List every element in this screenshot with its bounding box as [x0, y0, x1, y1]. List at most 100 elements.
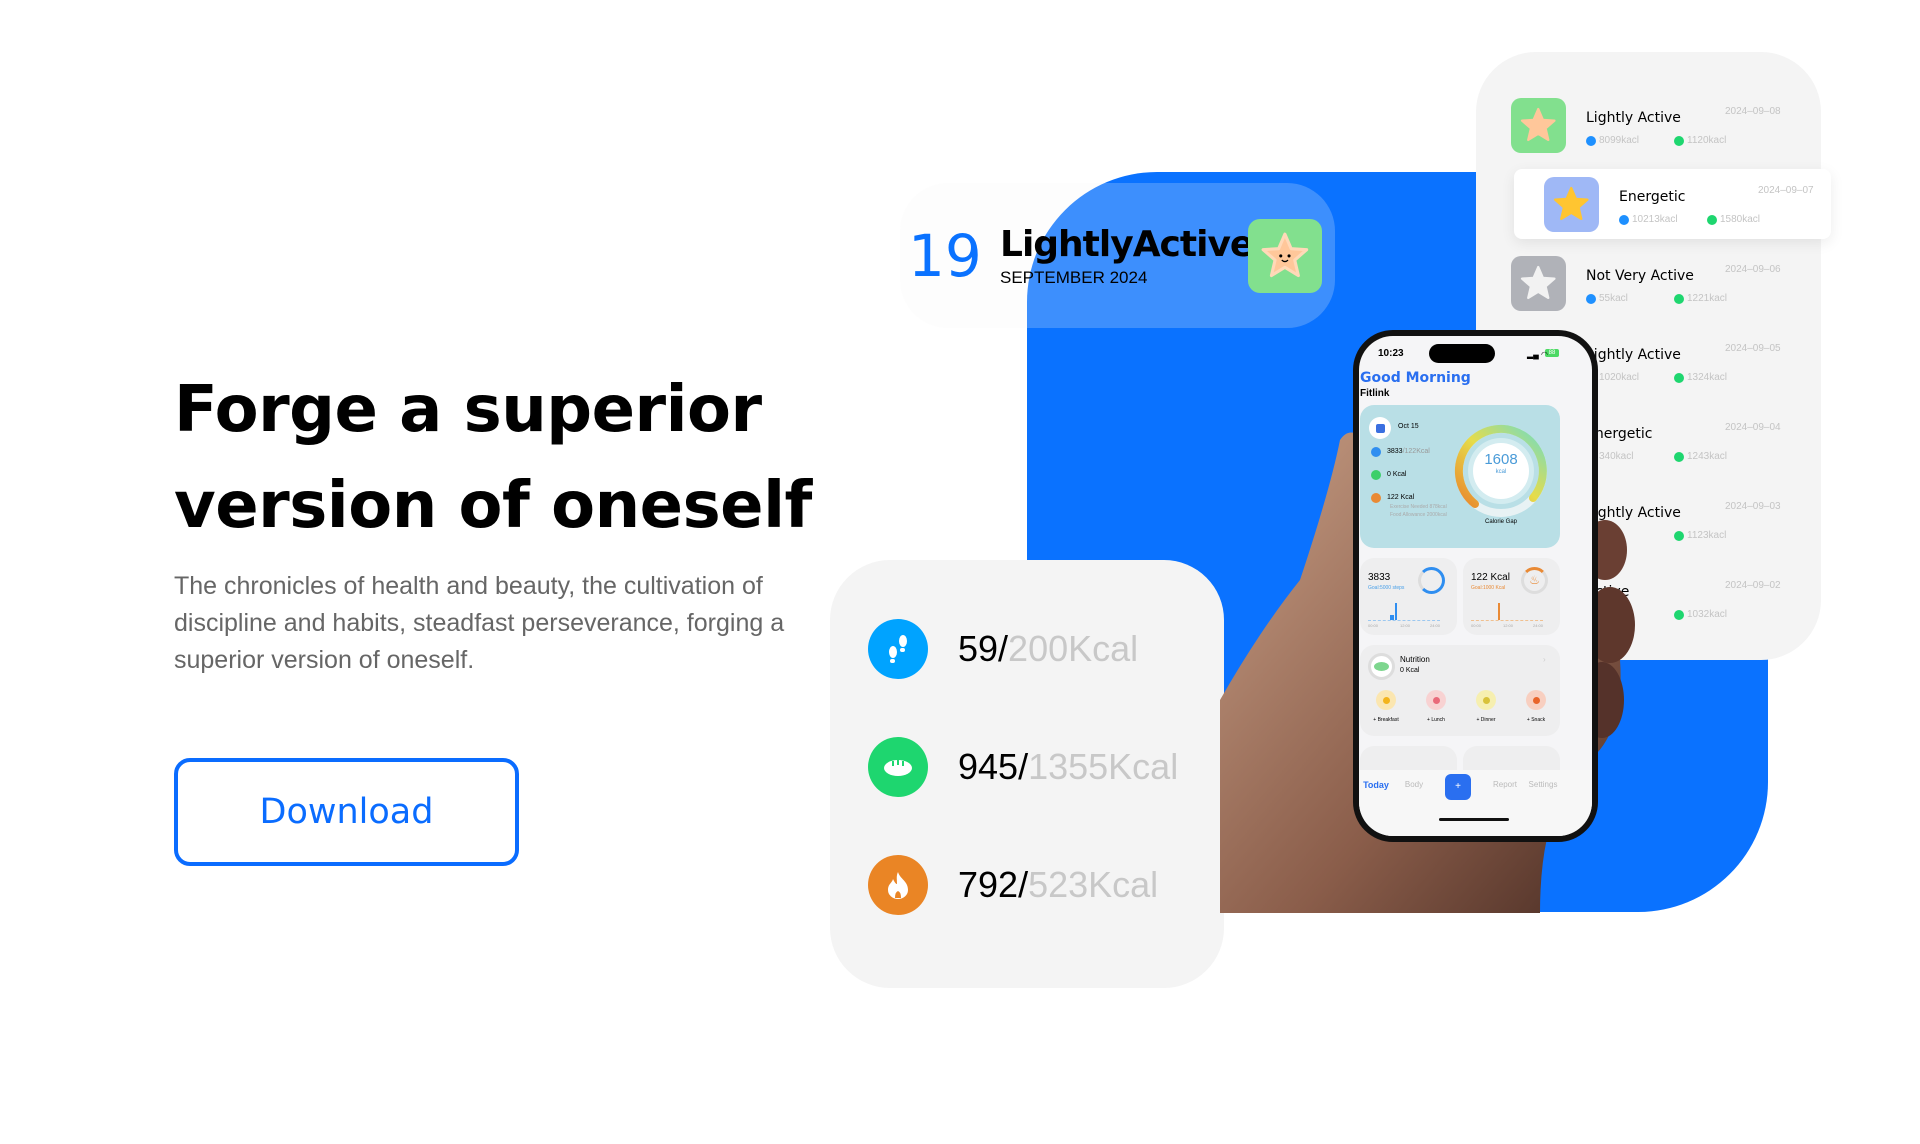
nutrition-card[interactable]: Nutrition 0 Kcal › + Breakfast + Lunch + D…	[1360, 645, 1560, 736]
meal-icon[interactable]	[1426, 690, 1446, 710]
footprints-icon	[868, 619, 928, 679]
summary-date: Oct 15	[1398, 423, 1419, 430]
food-dot-icon	[1371, 470, 1381, 480]
history-steps: 8099kacl	[1586, 135, 1639, 146]
mood-star-icon	[1544, 177, 1599, 232]
food-allowance: Food Allowance 2000kcal	[1390, 512, 1447, 518]
food-dot-icon	[1674, 451, 1684, 462]
tick-label: 24:00	[1533, 623, 1544, 628]
history-date: 2024–09–07	[1758, 185, 1814, 196]
mood-title: LightlyActive	[1000, 224, 1254, 265]
calorie-gap-label: Calorie Gap	[1484, 519, 1517, 525]
app-name: Fitlink	[1360, 388, 1390, 399]
add-button[interactable]: +	[1445, 774, 1471, 800]
flame-icon: ♨	[1521, 567, 1548, 594]
burn-dot-icon	[1371, 493, 1381, 503]
history-date: 2024–09–03	[1725, 501, 1781, 512]
chevron-right-icon[interactable]: ›	[1543, 655, 1546, 664]
tick-label: 12:00	[1400, 623, 1411, 628]
burn-value: 122 Kcal	[1471, 572, 1510, 583]
daily-stats-card: 59/200Kcal 945/1355Kcal 792/523Kcal	[830, 560, 1224, 988]
stat-goal: 1355Kcal	[1028, 746, 1179, 787]
history-mood: Energetic	[1619, 189, 1686, 205]
tick-label: 00:00	[1471, 623, 1482, 628]
steps-value: 10213kacl	[1632, 214, 1678, 225]
stat-value: 792/	[958, 864, 1029, 905]
calendar-icon	[1369, 417, 1391, 439]
bread-icon	[1368, 653, 1395, 680]
day-number: 19	[908, 222, 982, 290]
meal-add-button[interactable]: + Lunch	[1414, 717, 1458, 723]
meal-add-button[interactable]: + Snack	[1514, 717, 1558, 723]
status-time: 10:23	[1378, 348, 1404, 359]
history-date: 2024–09–05	[1725, 343, 1781, 354]
history-item[interactable]: Lightly Active 2024–09–08 8099kacl 1120k…	[1476, 90, 1821, 162]
food-dot-icon	[1674, 293, 1684, 304]
bread-icon	[868, 737, 928, 797]
food-value: 1123kacl	[1687, 530, 1727, 541]
history-item[interactable]: Not Very Active 2024–09–06 55kacl 1221ka…	[1476, 248, 1821, 320]
burn-goal: Goal:1000 Kcal	[1471, 585, 1506, 591]
history-food: 1324kacl	[1674, 372, 1727, 383]
meal-icon[interactable]	[1476, 690, 1496, 710]
tick-label: 12:00	[1503, 623, 1514, 628]
steps-dot-icon	[1371, 447, 1381, 457]
steps-dot-icon	[1586, 135, 1596, 146]
steps-value: 55kacl	[1599, 293, 1628, 304]
stat-goal: 523Kcal	[1028, 864, 1159, 905]
history-steps: 10213kacl	[1619, 214, 1678, 225]
flame-icon	[868, 855, 928, 915]
meal-add-button[interactable]: + Breakfast	[1364, 717, 1408, 723]
history-food: 1243kacl	[1674, 451, 1727, 462]
month-label: SEPTEMBER 2024	[1000, 268, 1148, 287]
tab-body[interactable]: Body	[1392, 780, 1436, 789]
food-value: 1120kacl	[1687, 135, 1727, 146]
tick-label: 24:00	[1430, 623, 1441, 628]
history-food: 1032kacl	[1674, 609, 1727, 620]
history-food: 1221kacl	[1674, 293, 1727, 304]
phone-mockup: 10:23 88 ▂▄ ◠ Good Morning Fitlink Oct 1…	[1353, 330, 1598, 842]
mood-star-icon	[1511, 256, 1566, 311]
home-indicator	[1439, 818, 1509, 821]
signal-wifi-icon: ▂▄ ◠	[1527, 350, 1549, 359]
mood-star-icon	[1248, 219, 1322, 293]
dynamic-island	[1429, 344, 1495, 363]
stat-row-food: 945/1355Kcal	[868, 737, 1178, 797]
steps-goal: /122Kcal	[1402, 448, 1430, 455]
food-dot-icon	[1674, 609, 1684, 620]
calorie-gap-value: 1608	[1484, 451, 1518, 468]
food-value: 1032kacl	[1687, 609, 1728, 620]
history-food: 1120kacl	[1674, 135, 1726, 146]
steps-value: 8099kacl	[1599, 135, 1640, 146]
steps-goal: Goal:5000 steps	[1368, 585, 1405, 591]
nutrition-title: Nutrition	[1400, 655, 1430, 664]
history-food: 1580kacl	[1707, 214, 1760, 225]
history-date: 2024–09–06	[1725, 264, 1781, 275]
footprints-icon	[1418, 567, 1445, 594]
food-dot-icon	[1707, 214, 1717, 225]
history-steps: 55kacl	[1586, 293, 1628, 304]
history-date: 2024–09–04	[1725, 422, 1781, 433]
burn-card[interactable]: 122 Kcal Goal:1000 Kcal ♨ 00:00 12:00 24…	[1463, 558, 1560, 635]
food-kcal: 0 Kcal	[1387, 471, 1407, 478]
greeting: Good Morning	[1360, 370, 1471, 386]
steps-dot-icon	[1619, 214, 1629, 225]
calorie-gap-unit: kcal	[1495, 469, 1507, 475]
calorie-summary-card: Oct 15 3833/122Kcal 0 Kcal 122 Kcal Exer…	[1360, 405, 1560, 548]
meal-icon[interactable]	[1526, 690, 1546, 710]
history-mood: Lightly Active	[1586, 110, 1681, 126]
steps-card[interactable]: 3833 Goal:5000 steps 00:00 12:00 24:00	[1360, 558, 1457, 635]
food-value: 1221kacl	[1687, 293, 1728, 304]
history-item[interactable]: Energetic 2024–09–07 10213kacl 1580kacl	[1514, 169, 1831, 239]
stat-goal: 200Kcal	[1008, 628, 1139, 669]
meal-icon[interactable]	[1376, 690, 1396, 710]
download-button[interactable]: Download	[174, 758, 519, 866]
phone-screen: 10:23 88 ▂▄ ◠ Good Morning Fitlink Oct 1…	[1359, 336, 1592, 836]
meal-add-button[interactable]: + Dinner	[1464, 717, 1508, 723]
tick-label: 00:00	[1368, 623, 1379, 628]
nutrition-value: 0 Kcal	[1400, 667, 1420, 674]
food-value: 1324kacl	[1687, 372, 1728, 383]
food-dot-icon	[1674, 530, 1684, 541]
food-value: 1580kacl	[1720, 214, 1761, 225]
tab-settings[interactable]: Settings	[1521, 780, 1565, 789]
